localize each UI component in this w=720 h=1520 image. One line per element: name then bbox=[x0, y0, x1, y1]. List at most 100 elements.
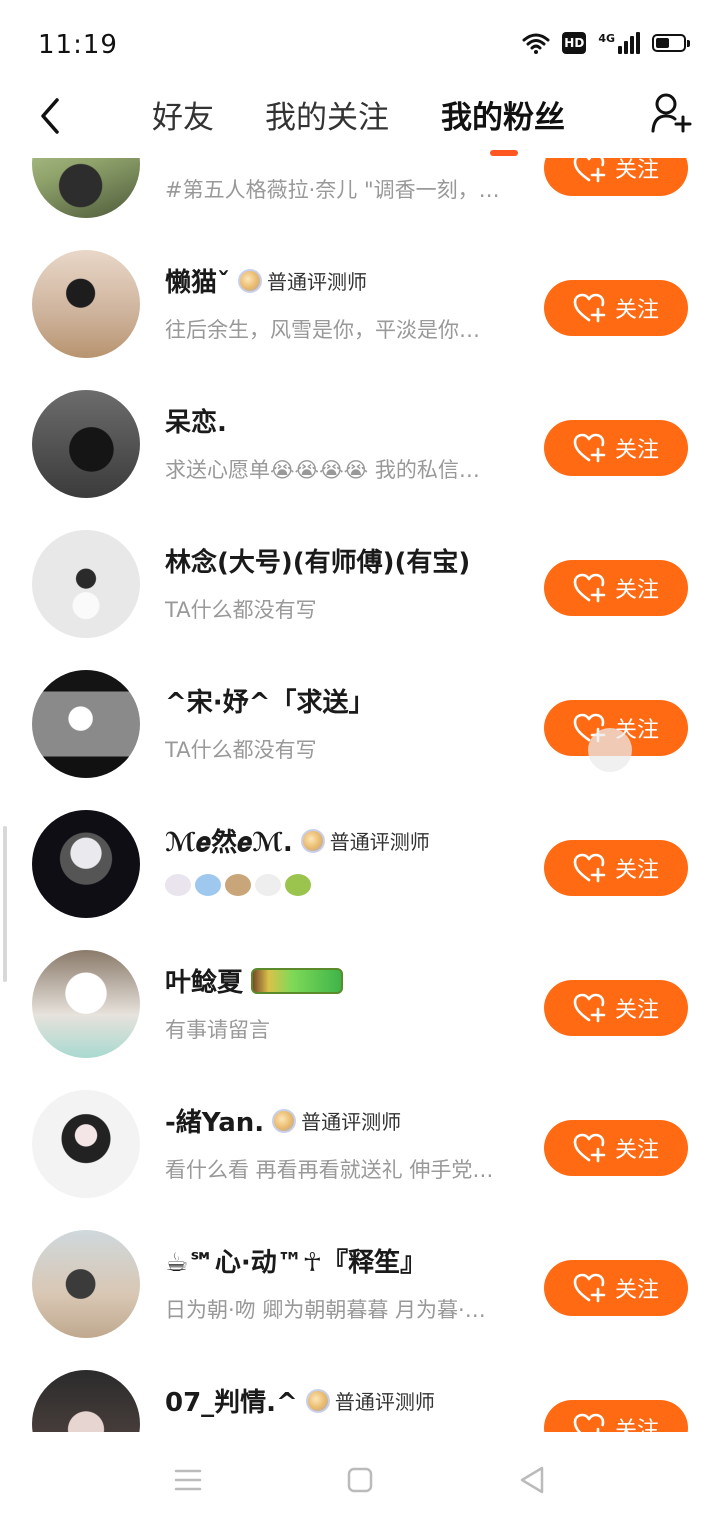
user-nickname[interactable]: 林念(大号)(有师傅)(有宝) bbox=[165, 542, 470, 579]
user-nickname[interactable]: 叶鲶夏 bbox=[165, 962, 243, 999]
hd-badge: HD bbox=[562, 32, 587, 54]
reviewer-badge-label: 普通评测师 bbox=[329, 830, 430, 854]
nickname-line: 懒猫ˇ 普通评测师 bbox=[165, 262, 367, 299]
fish-emoji-icon bbox=[195, 874, 221, 896]
avatar[interactable] bbox=[32, 810, 140, 918]
reviewer-badge-label: 普通评测师 bbox=[301, 1110, 402, 1134]
status-icons: HD 4G bbox=[522, 32, 690, 54]
touch-ripple bbox=[588, 728, 632, 772]
user-signature: 有事请留言 bbox=[165, 1018, 270, 1042]
avatar[interactable] bbox=[32, 390, 140, 498]
list-item[interactable]: 懒猫ˇ 普通评测师往后余生，风雪是你，平淡是你… 关注 bbox=[0, 218, 720, 358]
follow-button-label: 关注 bbox=[614, 1138, 659, 1163]
back-arrow-icon bbox=[41, 98, 59, 134]
nickname-line: ℳ𝒆然𝒆ℳ. 普通评测师 bbox=[165, 822, 430, 859]
avatar[interactable] bbox=[32, 530, 140, 638]
tab-indicator bbox=[490, 150, 518, 156]
back-triangle-icon bbox=[520, 1466, 544, 1494]
follow-button[interactable]: 关注 bbox=[544, 158, 688, 196]
list-item[interactable]: -緒Yan. 普通评测师看什么看 再看再看就送礼 伸手党… 关注 bbox=[0, 1058, 720, 1198]
follow-button[interactable]: 关注 bbox=[544, 1400, 688, 1432]
user-signature: TA什么都没有写 bbox=[165, 598, 317, 622]
nickname-line: -緒Yan. 普通评测师 bbox=[165, 1102, 401, 1139]
list-item[interactable]: 叶鲶夏有事请留言 关注 bbox=[0, 918, 720, 1058]
nav-home-button[interactable] bbox=[340, 1460, 380, 1500]
scroll-indicator[interactable] bbox=[3, 826, 7, 982]
reviewer-badge-label: 普通评测师 bbox=[334, 1390, 435, 1414]
heart-plus-icon bbox=[573, 433, 606, 463]
monkey-emoji-icon bbox=[225, 874, 251, 896]
reviewer-badge-label: 普通评测师 bbox=[267, 270, 368, 294]
follow-button[interactable]: 关注 bbox=[544, 1260, 688, 1316]
user-nickname[interactable]: 07_判情.^ bbox=[165, 1382, 298, 1419]
reviewer-badge-icon bbox=[305, 1388, 330, 1413]
top-nav: 好友 我的关注 我的粉丝 bbox=[0, 88, 720, 158]
follow-button[interactable]: 关注 bbox=[544, 840, 688, 896]
nickname-line: ☕℠心·动™☥『释笙』 bbox=[165, 1242, 426, 1279]
nav-menu-button[interactable] bbox=[168, 1460, 208, 1500]
menu-icon bbox=[174, 1469, 202, 1491]
avatar[interactable] bbox=[32, 1090, 140, 1198]
follow-button[interactable]: 关注 bbox=[544, 980, 688, 1036]
signature-emoji-row bbox=[165, 874, 530, 896]
follow-button-label: 关注 bbox=[614, 298, 659, 323]
medal-badge-icon bbox=[251, 967, 344, 994]
back-button[interactable] bbox=[28, 94, 72, 138]
reviewer-badge: 普通评测师 bbox=[238, 266, 367, 295]
avatar[interactable] bbox=[32, 670, 140, 778]
user-nickname[interactable]: ☕℠心·动™☥『释笙』 bbox=[165, 1242, 426, 1279]
follow-button-label: 关注 bbox=[614, 578, 659, 603]
user-signature: 看什么看 再看再看就送礼 伸手党… bbox=[165, 1158, 494, 1182]
reviewer-badge-icon bbox=[272, 1108, 297, 1133]
tab-friends[interactable]: 好友 bbox=[152, 92, 214, 137]
follow-button[interactable]: 关注 bbox=[544, 280, 688, 336]
heart-plus-icon bbox=[573, 1273, 606, 1303]
list-item[interactable]: Re.的日吟『普通至1月29日』 #第五人格薇拉·奈儿 "调香一刻，… 关注 bbox=[0, 158, 720, 218]
dumpling-emoji-icon bbox=[255, 874, 281, 896]
reviewer-badge: 普通评测师 bbox=[272, 1106, 401, 1135]
heart-plus-icon bbox=[573, 573, 606, 603]
list-item[interactable]: 07_判情.^ 普通评测师关注 bbox=[0, 1338, 720, 1432]
nickname-line: ^宋·妤^「求送」 bbox=[165, 682, 374, 719]
user-nickname[interactable]: ℳ𝒆然𝒆ℳ. bbox=[165, 822, 293, 859]
avatar[interactable] bbox=[32, 950, 140, 1058]
user-nickname[interactable]: Re.的日吟『普通至1月29日』 bbox=[165, 158, 527, 159]
list-item[interactable]: 林念(大号)(有师傅)(有宝) TA什么都没有写 关注 bbox=[0, 498, 720, 638]
user-signature: 往后余生，风雪是你，平淡是你… bbox=[165, 318, 480, 342]
follow-button-label: 关注 bbox=[614, 998, 659, 1023]
follow-button-label: 关注 bbox=[614, 1418, 659, 1432]
user-nickname[interactable]: 懒猫ˇ bbox=[165, 262, 230, 299]
add-friend-button[interactable] bbox=[646, 88, 696, 138]
avatar[interactable] bbox=[32, 1370, 140, 1432]
heart-plus-icon bbox=[573, 993, 606, 1023]
wifi-icon bbox=[522, 33, 550, 54]
reviewer-badge-icon bbox=[300, 828, 325, 853]
follow-button[interactable]: 关注 bbox=[544, 1120, 688, 1176]
user-signature: TA什么都没有写 bbox=[165, 738, 317, 762]
user-nickname[interactable]: 呆恋. bbox=[165, 402, 227, 439]
followers-list[interactable]: Re.的日吟『普通至1月29日』#第五人格薇拉·奈儿 "调香一刻，…关注懒猫ˇ 普… bbox=[0, 158, 720, 1432]
heart-plus-icon bbox=[573, 1413, 605, 1432]
avatar[interactable] bbox=[32, 1230, 140, 1338]
tab-following[interactable]: 我的关注 bbox=[265, 92, 389, 137]
follow-button[interactable]: 关注 bbox=[544, 420, 688, 476]
nav-back-button[interactable] bbox=[512, 1460, 552, 1500]
heart-plus-icon bbox=[573, 1133, 606, 1163]
follow-button[interactable]: 关注 bbox=[544, 560, 688, 616]
follow-button-label: 关注 bbox=[614, 438, 659, 463]
tab-followers[interactable]: 我的粉丝 bbox=[441, 92, 565, 137]
list-item[interactable]: ℳ𝒆然𝒆ℳ. 普通评测师 关注 bbox=[0, 778, 720, 918]
status-bar: 11:19 HD 4G bbox=[0, 0, 720, 88]
list-item[interactable]: ☕℠心·动™☥『释笙』 日为朝·吻 卿为朝朝暮暮 月为暮·… 关注 bbox=[0, 1198, 720, 1338]
heart-plus-icon bbox=[573, 853, 606, 883]
nickname-line: 叶鲶夏 bbox=[165, 962, 344, 999]
nickname-line: 07_判情.^ 普通评测师 bbox=[165, 1382, 435, 1419]
reviewer-badge: 普通评测师 bbox=[300, 826, 430, 855]
avatar[interactable] bbox=[32, 250, 140, 358]
user-signature: 求送心愿单😭😭😭😭 我的私信… bbox=[165, 458, 480, 482]
add-friend-icon bbox=[651, 93, 692, 133]
avatar[interactable] bbox=[32, 158, 140, 218]
user-nickname[interactable]: ^宋·妤^「求送」 bbox=[165, 682, 374, 719]
list-item[interactable]: 呆恋. 求送心愿单😭😭😭😭 我的私信… 关注 bbox=[0, 358, 720, 498]
user-nickname[interactable]: -緒Yan. bbox=[165, 1102, 264, 1139]
